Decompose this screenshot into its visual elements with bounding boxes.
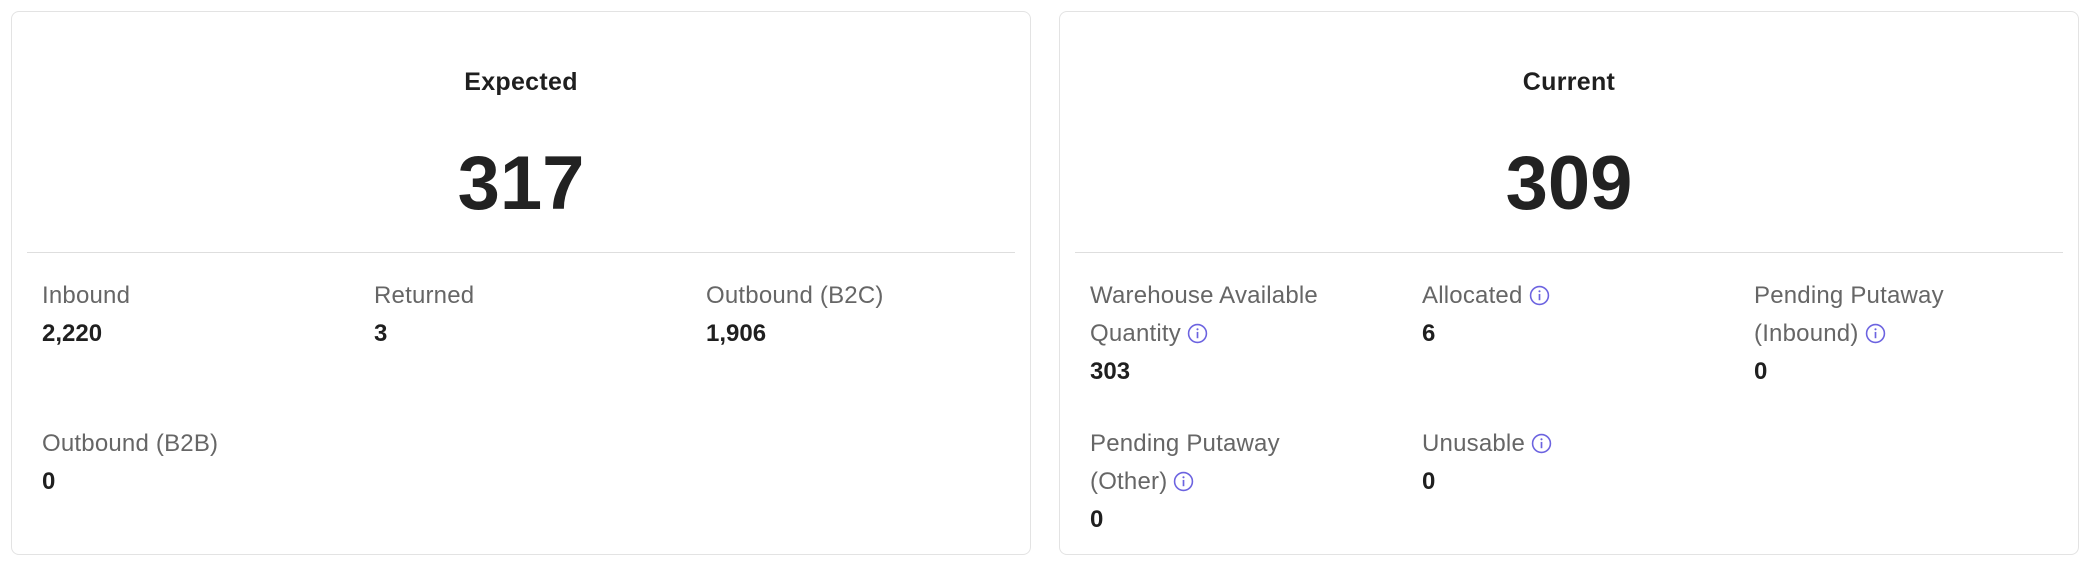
stat-label-text: Unusable [1422,430,1526,457]
stat-label: Returned [374,282,475,309]
stat-value: 0 [42,468,56,495]
stat-label-line2: Quantity [1090,315,1390,353]
current-card: Current 309 Warehouse Available Quantity… [1059,11,2079,555]
stat-outbound-b2c: Outbound (B2C) 1,906 [706,277,1006,353]
stat-label-line2: (Other) [1090,463,1390,501]
stat-value: 0 [1090,506,1104,533]
stat-value: 0 [1422,468,1436,495]
inventory-summary: Expected 317 Inbound 2,220 Returned 3 Ou… [0,0,2090,562]
current-divider [1075,252,2063,253]
info-icon[interactable] [1529,280,1550,306]
info-icon[interactable] [1173,466,1194,492]
expected-total: 317 [457,141,585,226]
expected-divider [27,252,1015,253]
stat-value: 6 [1422,320,1436,347]
stat-unusable: Unusable 0 [1422,425,1722,501]
stat-value: 3 [374,320,388,347]
current-total: 309 [1505,141,1633,226]
stat-returned: Returned 3 [374,277,674,353]
info-icon[interactable] [1865,318,1886,344]
stat-label: Allocated [1422,277,1722,315]
stat-label-line1: Pending Putaway [1090,430,1280,457]
expected-card: Expected 317 Inbound 2,220 Returned 3 Ou… [11,11,1031,555]
stat-pending-putaway-inbound: Pending Putaway (Inbound) 0 [1754,277,2054,391]
stat-warehouse-available-quantity: Warehouse Available Quantity 303 [1090,277,1390,391]
info-icon[interactable] [1187,318,1208,344]
stat-value: 0 [1754,358,1768,385]
stat-pending-putaway-other: Pending Putaway (Other) 0 [1090,425,1390,539]
stat-value: 1,906 [706,320,767,347]
stat-label: Unusable [1422,425,1722,463]
stat-label-line1: Pending Putaway [1754,282,1944,309]
info-icon[interactable] [1531,428,1552,454]
stat-label-text: Allocated [1422,282,1523,309]
stat-value: 303 [1090,358,1131,385]
stat-label: Inbound [42,282,131,309]
stat-allocated: Allocated 6 [1422,277,1722,353]
stat-label: Outbound (B2B) [42,430,219,457]
stat-outbound-b2b: Outbound (B2B) 0 [42,425,342,501]
stat-label-text: Quantity [1090,320,1181,347]
stat-inbound: Inbound 2,220 [42,277,342,353]
current-title: Current [1522,68,1616,96]
stat-value: 2,220 [42,320,103,347]
stat-label-line2: (Inbound) [1754,315,2054,353]
expected-title: Expected [464,68,578,96]
stat-label-line1: Warehouse Available [1090,282,1318,309]
stat-label-text: (Other) [1090,468,1168,495]
stat-label-text: (Inbound) [1754,320,1859,347]
stat-label: Outbound (B2C) [706,282,884,309]
